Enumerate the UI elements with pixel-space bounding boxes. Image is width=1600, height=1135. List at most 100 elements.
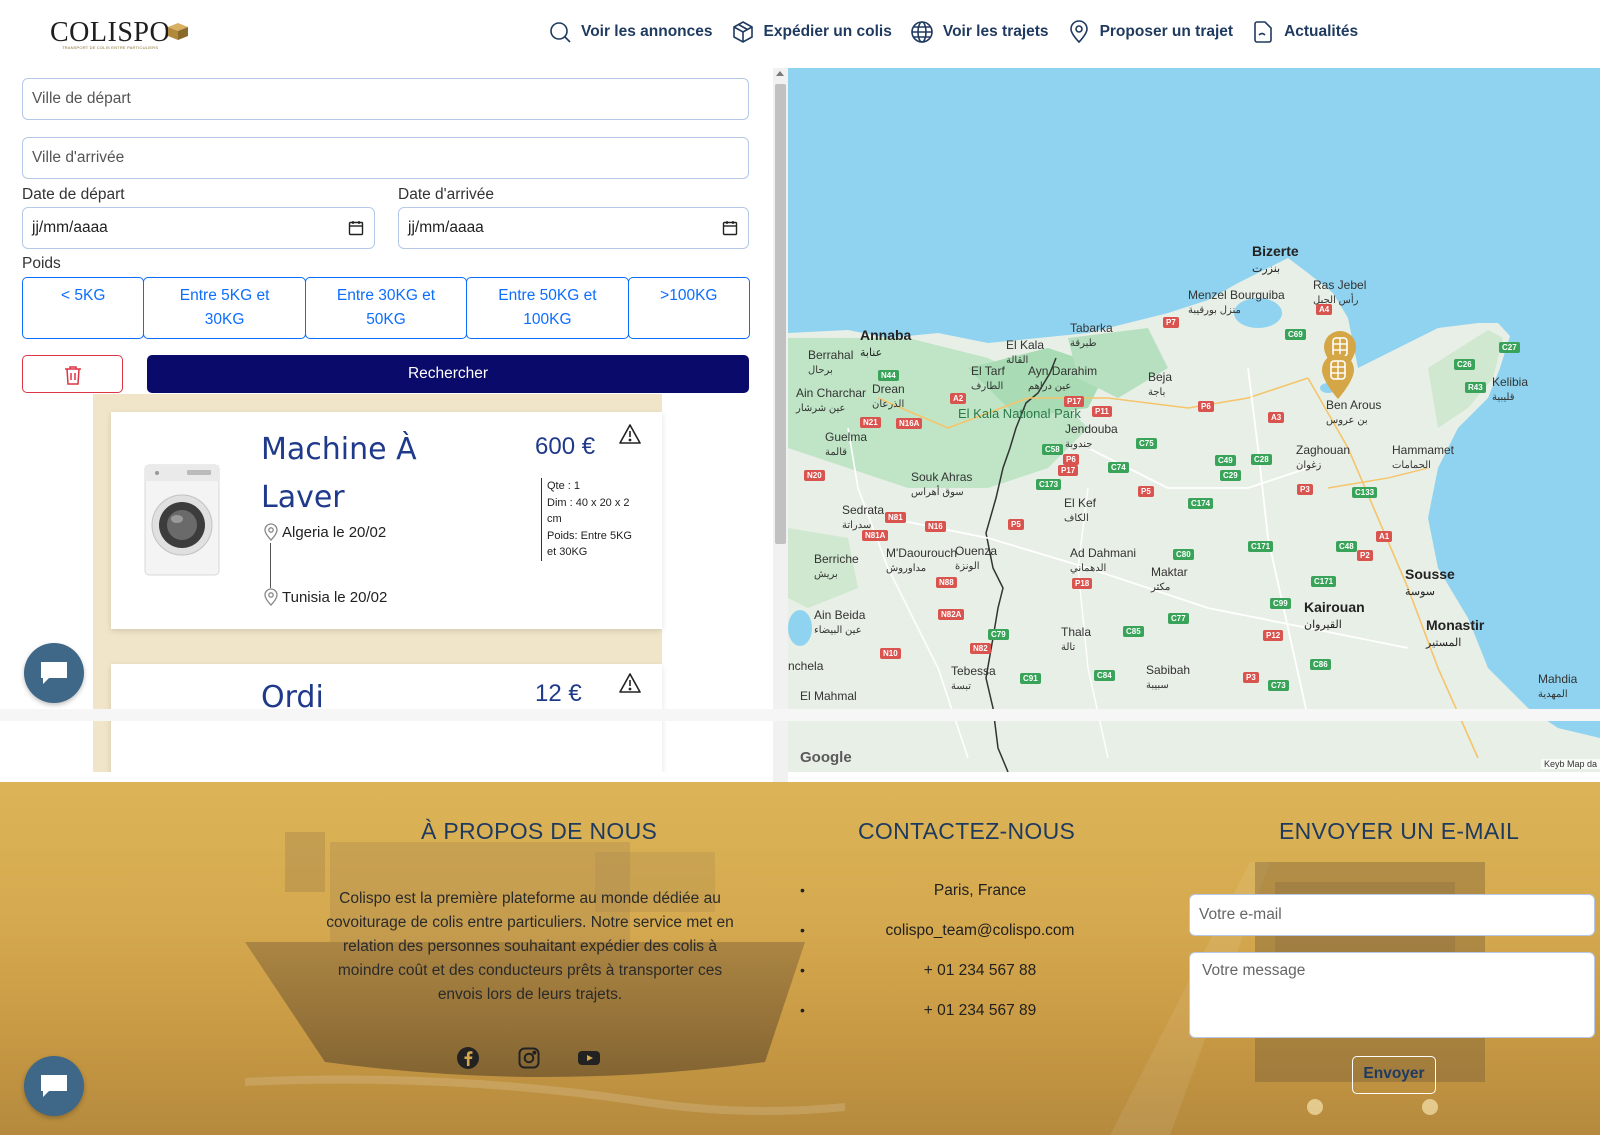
departure-city-input[interactable]: Ville de départ <box>22 78 749 120</box>
map-label: Ayn Darahim عين دراهم <box>1028 364 1098 392</box>
nav-item-label: Proposer un trajet <box>1099 23 1234 40</box>
road-badge: P18 <box>1072 578 1093 589</box>
map-label: Maktar مكثر <box>1151 565 1188 593</box>
road-badge: P5 <box>1138 486 1154 497</box>
youtube-icon[interactable] <box>577 1046 601 1070</box>
road-badge: P6 <box>1063 454 1079 465</box>
listing-price: 12 € <box>535 680 582 707</box>
map-label: Menzel Bourguiba منزل بورقيبة <box>1188 288 1285 316</box>
road-badge: R43 <box>1465 382 1486 393</box>
arrival-date-input[interactable]: jj/mm/aaaa <box>398 207 749 249</box>
road-badge: N16 <box>925 521 946 532</box>
search-icon <box>550 22 571 43</box>
road-badge: P7 <box>1163 317 1179 328</box>
reset-button[interactable] <box>22 355 123 393</box>
report-warning-icon[interactable] <box>618 423 642 445</box>
map-marker[interactable] <box>1320 353 1356 401</box>
nav-item-trajets[interactable]: Voir les trajets <box>910 20 1049 44</box>
map[interactable]: Bizerte بنزرت Ras Jebel رأس الجبل Menzel B… <box>788 68 1600 772</box>
road-badge: P17 <box>1064 396 1085 407</box>
globe-icon <box>911 21 933 43</box>
weight-option-50-100kg[interactable]: Entre 50KG et 100KG <box>466 277 629 339</box>
arrival-city-input[interactable]: Ville d'arrivée <box>22 137 749 179</box>
map-label: Sabibah سبيبة <box>1146 663 1191 691</box>
instagram-icon[interactable] <box>517 1046 541 1070</box>
nav-item-proposer[interactable]: Proposer un trajet <box>1067 20 1234 44</box>
road-badge: N82 <box>970 643 991 654</box>
chat-button[interactable] <box>24 643 84 703</box>
map-label: Berrahal برحال <box>808 348 854 376</box>
search-button[interactable]: Rechercher <box>147 355 749 393</box>
map-attribution[interactable]: Keyb Map da <box>1540 759 1600 769</box>
map-label: El Mahmal <box>800 689 857 703</box>
listing-price: 600 € <box>535 433 596 460</box>
road-badge: C79 <box>988 629 1009 640</box>
chat-icon <box>41 1075 67 1097</box>
road-badge: N20 <box>804 470 825 481</box>
map-label: Mahdia المهدية <box>1538 672 1578 700</box>
listing-origin: Algeria le 20/02 <box>263 523 386 541</box>
weight-option-under-5kg[interactable]: < 5KG <box>22 277 145 339</box>
send-button[interactable]: Envoyer <box>1352 1056 1436 1094</box>
map-label: Ouenza الونزة <box>955 544 998 572</box>
contact-email[interactable]: colispo_team@colispo.com <box>780 917 1180 958</box>
header: COLISPO TRANSPORT DE COLIS ENTRE PARTICU… <box>0 0 1600 68</box>
road-badge: N21 <box>860 417 881 428</box>
map-label: Zaghouan زغوان <box>1296 443 1351 471</box>
package-icon <box>732 21 753 43</box>
nav-item-actualites[interactable]: Actualités <box>1251 20 1358 44</box>
report-warning-icon[interactable] <box>618 672 642 694</box>
colispo-logo[interactable]: COLISPO TRANSPORT DE COLIS ENTRE PARTICU… <box>50 14 200 54</box>
calendar-icon[interactable] <box>348 220 364 236</box>
weight-option-over-100kg[interactable]: >100KG <box>627 277 751 339</box>
weight-option-5-30kg[interactable]: Entre 5KG et 30KG <box>143 277 306 339</box>
road-badge: P12 <box>1263 630 1284 641</box>
scrollbar-thumb[interactable] <box>775 84 786 544</box>
email-input[interactable]: Votre e-mail <box>1189 894 1595 936</box>
listing-card[interactable]: Machine À Laver 600 € Qte : 1 Dim : 40 x… <box>111 412 662 629</box>
road-badge: C91 <box>1020 673 1041 684</box>
map-label: Hammamet الحمامات <box>1392 443 1455 471</box>
panel-scrollbar[interactable] <box>773 68 788 782</box>
message-textarea[interactable]: Votre message <box>1189 952 1595 1038</box>
departure-date-label: Date de départ <box>22 186 125 203</box>
listing-card-bg: Machine À Laver 600 € Qte : 1 Dim : 40 x… <box>93 394 662 673</box>
weight-option-30-50kg[interactable]: Entre 30KG et 50KG <box>304 277 468 339</box>
road-badge: C75 <box>1136 438 1157 449</box>
nav-item-annonces[interactable]: Voir les annonces <box>548 20 713 44</box>
listing-origin-text: Algeria le 20/02 <box>282 523 387 541</box>
facebook-icon[interactable] <box>456 1046 480 1070</box>
footer: À PROPOS DE NOUS Colispo est la première… <box>0 782 1600 1135</box>
chat-button[interactable] <box>24 1056 84 1116</box>
map-label: Annaba عنابة <box>860 327 912 359</box>
road-badge: C69 <box>1285 329 1306 340</box>
road-badge: C99 <box>1270 598 1291 609</box>
nav-item-label: Expédier un colis <box>763 23 892 40</box>
scroll-up-arrow[interactable] <box>776 71 784 76</box>
map-label: Sousse سوسة <box>1405 566 1455 598</box>
listing-details: Qte : 1 Dim : 40 x 20 x 2 cm Poids: Entr… <box>541 478 636 561</box>
map-label: Monastir المستير <box>1426 617 1485 649</box>
contact-phone[interactable]: + 01 234 567 88 <box>780 957 1180 998</box>
route-line <box>270 543 271 588</box>
arrival-date-label: Date d'arrivée <box>398 186 495 203</box>
google-logo[interactable]: Google <box>800 749 852 766</box>
nav-item-label: Voir les annonces <box>581 23 713 40</box>
date-placeholder: jj/mm/aaaa <box>408 219 484 236</box>
email-title: ENVOYER UN E-MAIL <box>1279 818 1520 844</box>
logo-subtitle: TRANSPORT DE COLIS ENTRE PARTICULIERS <box>62 45 159 50</box>
calendar-icon[interactable] <box>722 220 738 236</box>
road-badge: C171 <box>1311 576 1337 587</box>
nav-item-expedier[interactable]: Expédier un colis <box>731 20 892 44</box>
map-label: El Kef الكاف <box>1064 496 1097 524</box>
road-badge: C26 <box>1454 359 1475 370</box>
search-panel: Ville de départ Ville d'arrivée Date de … <box>0 68 770 772</box>
departure-date-input[interactable]: jj/mm/aaaa <box>22 207 375 249</box>
map-label: Ad Dahmani الدهماني <box>1070 546 1137 574</box>
road-badge: C28 <box>1251 454 1272 465</box>
map-label: Guelma قالمة <box>825 430 868 458</box>
contact-phone[interactable]: + 01 234 567 89 <box>780 997 1180 1038</box>
contact-title: CONTACTEZ-NOUS <box>858 818 1076 844</box>
weight-label: Poids <box>22 255 61 272</box>
map-label: Kelibia قليبية <box>1492 375 1529 403</box>
